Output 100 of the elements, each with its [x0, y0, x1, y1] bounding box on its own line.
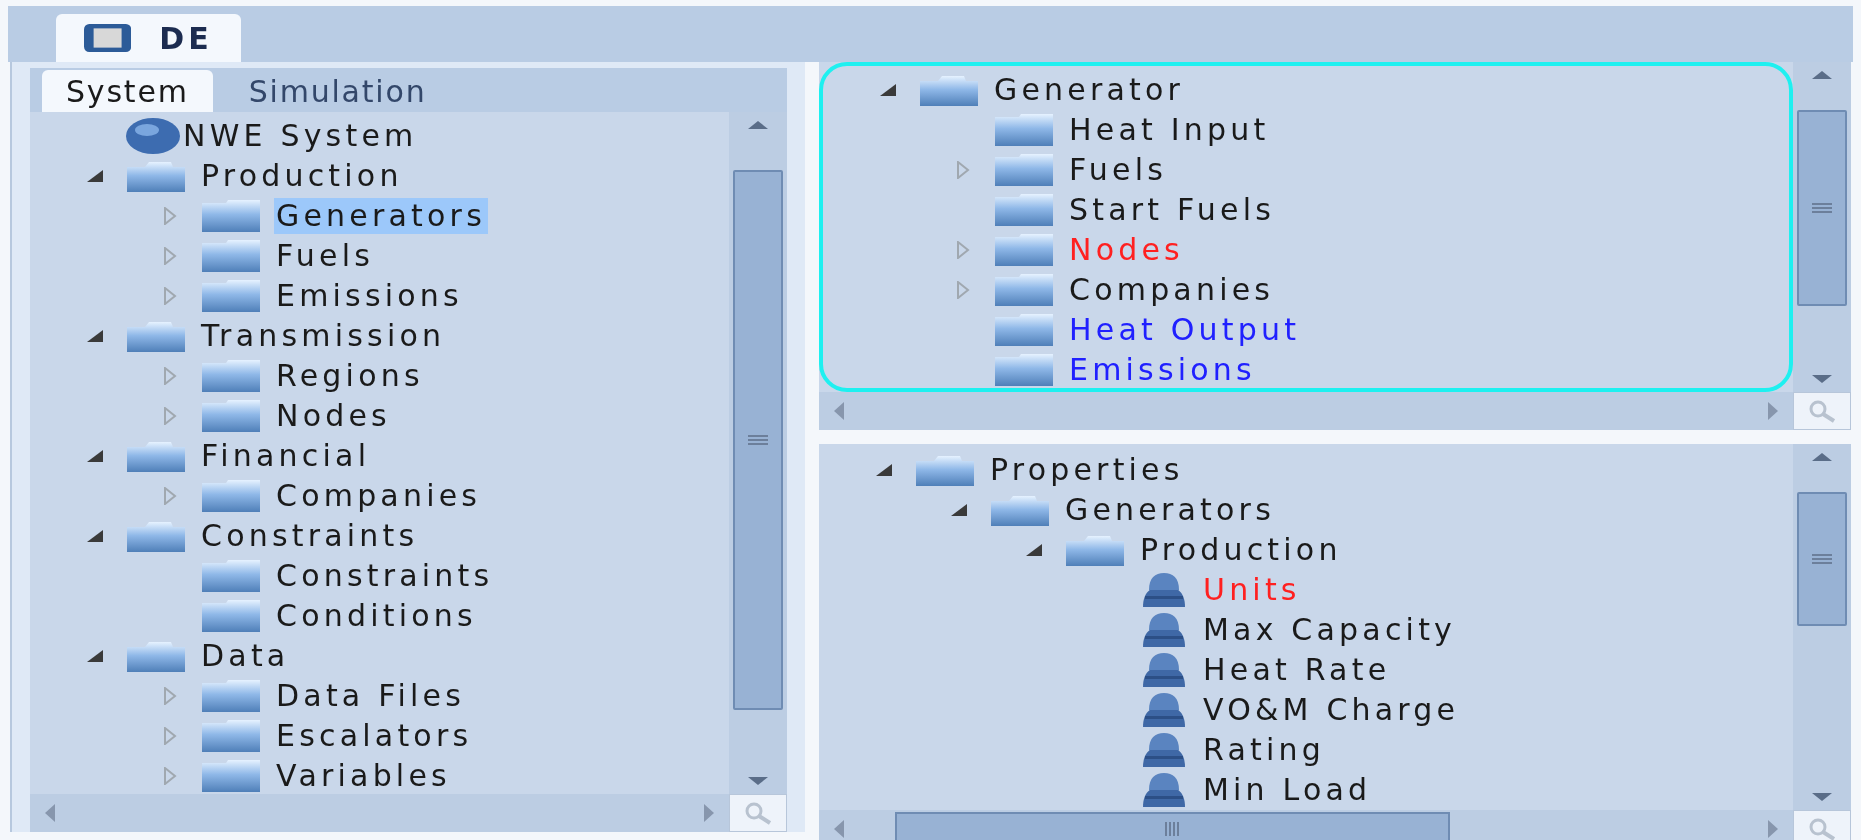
tree-item[interactable]: Emissions [274, 278, 465, 314]
folder-icon [200, 279, 262, 313]
horizontal-scrollbar[interactable] [819, 810, 1793, 840]
panel-tab[interactable]: System [42, 70, 213, 112]
scroll-left-icon[interactable] [833, 401, 845, 421]
expanded-triangle-icon[interactable] [1025, 543, 1043, 557]
folder-icon [200, 479, 262, 513]
open-folder-icon [1064, 533, 1126, 567]
expanded-triangle-icon[interactable] [86, 649, 104, 663]
collapsed-triangle-icon[interactable] [163, 207, 177, 225]
folder-icon [200, 599, 262, 633]
scroll-up-icon[interactable] [1811, 70, 1833, 80]
tree-item[interactable]: NWE System [181, 118, 420, 154]
tree-item[interactable]: Emissions [1067, 352, 1258, 388]
tree-item[interactable]: Companies [1067, 272, 1277, 308]
vertical-scrollbar[interactable] [729, 112, 787, 794]
scrollbar-thumb[interactable] [895, 812, 1450, 840]
expanded-triangle-icon[interactable] [950, 503, 968, 517]
tree-item[interactable]: Production [1138, 532, 1344, 568]
scrollbar-thumb[interactable] [733, 170, 783, 710]
scroll-right-icon[interactable] [703, 803, 715, 823]
collapsed-triangle-icon[interactable] [163, 767, 177, 785]
scroll-left-icon[interactable] [833, 819, 845, 839]
grip-icon [1164, 822, 1181, 836]
collapsed-triangle-icon[interactable] [163, 247, 177, 265]
expanded-triangle-icon[interactable] [86, 529, 104, 543]
scrollbar-thumb[interactable] [1797, 492, 1847, 626]
tree-item[interactable]: Generator [992, 72, 1187, 108]
collapsed-triangle-icon[interactable] [163, 407, 177, 425]
expanded-triangle-icon[interactable] [879, 83, 897, 97]
collapsed-triangle-icon[interactable] [163, 367, 177, 385]
scrollbar-thumb[interactable] [1797, 110, 1847, 306]
folder-icon [993, 193, 1055, 227]
tree-item[interactable]: Data [199, 638, 292, 674]
collapsed-triangle-icon[interactable] [163, 727, 177, 745]
collapsed-triangle-icon[interactable] [956, 241, 970, 259]
tree-item[interactable]: Fuels [1067, 152, 1170, 188]
folder-icon [993, 273, 1055, 307]
tree-item[interactable]: Conditions [274, 598, 479, 634]
scroll-down-icon[interactable] [1811, 374, 1833, 384]
tree-item[interactable]: Fuels [274, 238, 377, 274]
tree-item[interactable]: Variables [274, 758, 453, 794]
search-icon [743, 801, 773, 825]
tree-item[interactable]: Heat Input [1067, 112, 1272, 148]
folder-icon [993, 313, 1055, 347]
tree-item[interactable]: Heat Output [1067, 312, 1303, 348]
tree-item[interactable]: Regions [274, 358, 426, 394]
tree-item[interactable]: Constraints [199, 518, 421, 554]
tree-item[interactable]: Constraints [274, 558, 496, 594]
scroll-left-icon[interactable] [44, 803, 56, 823]
globe-icon [125, 117, 181, 155]
tree-item[interactable]: Production [199, 158, 405, 194]
open-folder-icon [914, 453, 976, 487]
tree-item[interactable]: Generators [274, 198, 488, 234]
folder-icon [993, 113, 1055, 147]
tree-item[interactable]: Properties [988, 452, 1186, 488]
tree-item[interactable]: Generators [1063, 492, 1277, 528]
document-tab[interactable]: DE [56, 14, 241, 62]
folder-icon [200, 559, 262, 593]
scroll-right-icon[interactable] [1767, 401, 1779, 421]
tree-item[interactable]: Data Files [274, 678, 467, 714]
search-button[interactable] [1793, 810, 1851, 840]
tree-item[interactable]: Max Capacity [1201, 612, 1459, 648]
expanded-triangle-icon[interactable] [875, 463, 893, 477]
tree-item[interactable]: Companies [274, 478, 484, 514]
scroll-down-icon[interactable] [747, 776, 769, 786]
horizontal-scrollbar[interactable] [30, 794, 729, 832]
tree-item[interactable]: Financial [199, 438, 373, 474]
horizontal-scrollbar[interactable] [819, 392, 1793, 430]
grip-icon [1812, 554, 1832, 564]
folder-icon [993, 153, 1055, 187]
grip-icon [748, 435, 768, 445]
tree-item[interactable]: Transmission [199, 318, 448, 354]
scroll-up-icon[interactable] [1811, 452, 1833, 462]
tree-item[interactable]: Heat Rate [1201, 652, 1393, 688]
collapsed-triangle-icon[interactable] [956, 161, 970, 179]
search-button[interactable] [1793, 392, 1851, 430]
expanded-triangle-icon[interactable] [86, 449, 104, 463]
folder-icon [200, 239, 262, 273]
tree-item[interactable]: Start Fuels [1067, 192, 1278, 228]
grip-icon [1812, 203, 1832, 213]
expanded-triangle-icon[interactable] [86, 329, 104, 343]
collapsed-triangle-icon[interactable] [163, 287, 177, 305]
tree-item[interactable]: Nodes [274, 398, 393, 434]
expanded-triangle-icon[interactable] [86, 169, 104, 183]
tree-item[interactable]: Rating [1201, 732, 1327, 768]
vertical-scrollbar[interactable] [1793, 444, 1851, 810]
scroll-down-icon[interactable] [1811, 792, 1833, 802]
collapsed-triangle-icon[interactable] [163, 687, 177, 705]
tree-item[interactable]: Min Load [1201, 772, 1374, 808]
tree-item[interactable]: VO&M Charge [1201, 692, 1462, 728]
search-icon [1807, 399, 1837, 423]
tree-item[interactable]: Escalators [274, 718, 475, 754]
search-button[interactable] [729, 794, 787, 832]
panel-tab[interactable]: Simulation [224, 70, 451, 112]
scroll-up-icon[interactable] [747, 120, 769, 130]
collapsed-triangle-icon[interactable] [956, 281, 970, 299]
scroll-right-icon[interactable] [1767, 819, 1779, 839]
collapsed-triangle-icon[interactable] [163, 487, 177, 505]
vertical-scrollbar[interactable] [1793, 62, 1851, 392]
